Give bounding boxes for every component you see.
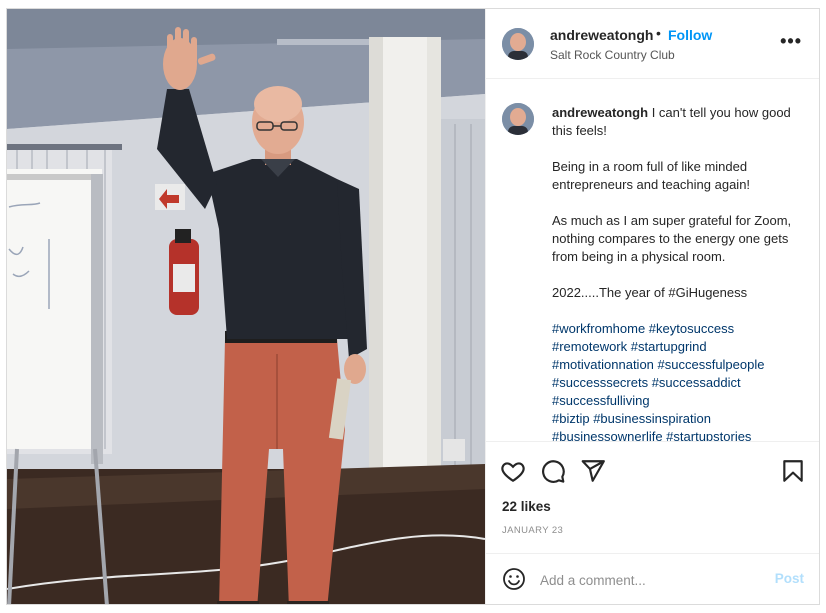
caption-avatar[interactable]	[502, 103, 534, 135]
caption-username[interactable]: andreweatongh	[552, 105, 648, 120]
action-bar	[486, 454, 819, 488]
caption-section: andreweatongh I can't tell you how good …	[486, 80, 819, 442]
caption-line: Being in a room full of like minded entr…	[552, 159, 751, 192]
avatar[interactable]	[502, 28, 534, 60]
comment-input[interactable]	[540, 570, 760, 590]
likes-count[interactable]: 22 likes	[502, 499, 551, 514]
hashtag-line[interactable]: #businessownerlife #startupstories	[552, 428, 810, 441]
instagram-post: andreweatongh • Follow Salt Rock Country…	[6, 8, 820, 605]
post-header: andreweatongh • Follow Salt Rock Country…	[486, 9, 819, 79]
post-date[interactable]: JANUARY 23	[502, 525, 563, 536]
hashtag-line[interactable]: #remotework #startupgrind	[552, 338, 810, 356]
post-side-panel: andreweatongh • Follow Salt Rock Country…	[485, 9, 819, 604]
location-link[interactable]: Salt Rock Country Club	[550, 48, 675, 62]
caption-line: 2022.....The year of #GiHugeness	[552, 285, 748, 300]
hashtag-line[interactable]: #successsecrets #successaddict	[552, 374, 810, 392]
separator-dot: •	[656, 25, 661, 41]
hashtag-line[interactable]: #workfromhome #keytosuccess	[552, 320, 810, 338]
more-options-icon[interactable]: •••	[780, 31, 802, 52]
caption-line: As much as I am super grateful for Zoom,…	[552, 213, 792, 264]
comment-bar: Post	[486, 553, 819, 604]
hashtag-line[interactable]: #motivationnation #successfulpeople	[552, 356, 810, 374]
post-comment-button[interactable]: Post	[775, 571, 804, 586]
username-link[interactable]: andreweatongh	[550, 27, 653, 43]
caption-text: andreweatongh I can't tell you how good …	[552, 104, 810, 441]
comment-icon[interactable]	[540, 458, 566, 484]
post-photo[interactable]	[7, 9, 485, 604]
follow-button[interactable]: Follow	[668, 27, 712, 43]
share-icon[interactable]	[580, 458, 606, 484]
hashtag-line[interactable]: #biztip #businessinspiration	[552, 410, 810, 428]
heart-icon[interactable]	[500, 458, 526, 484]
hashtag-line[interactable]: #successfulliving	[552, 392, 810, 410]
caption-line: andreweatongh I can't tell you how good …	[552, 104, 810, 140]
emoji-icon[interactable]	[502, 567, 526, 591]
post-photo-illustration	[7, 9, 485, 604]
bookmark-icon[interactable]	[780, 458, 806, 484]
